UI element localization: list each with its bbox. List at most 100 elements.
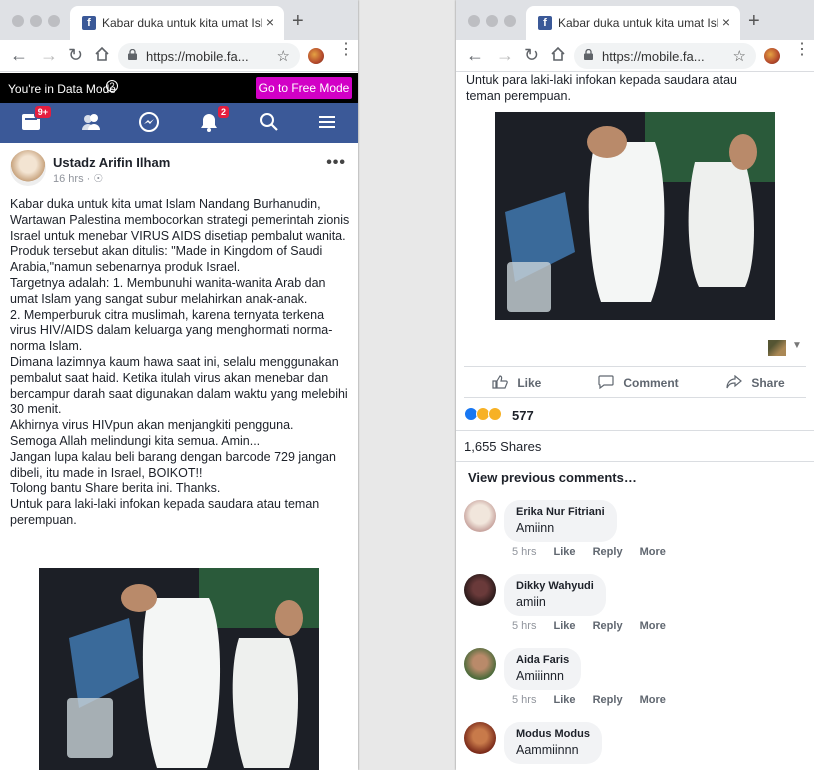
comment-bubble: Erika Nur Fitriani Amiinn [504,500,617,542]
address-bar[interactable]: https://mobile.fa... ☆ [574,43,756,69]
star-icon[interactable]: ☆ [733,47,746,65]
data-mode-bar: You're in Data Mode ? Go to Free Mode [0,73,358,103]
comment-like-link[interactable]: Like [554,620,576,632]
url-text: https://mobile.fa... [146,49,249,64]
home-icon[interactable] [94,46,110,65]
comment-like-link[interactable]: Like [554,546,576,558]
lock-icon [584,49,593,60]
comment-reply-link[interactable]: Reply [593,546,623,558]
comment-time: 5 hrs [512,620,537,632]
comment-time: 5 hrs [512,546,537,558]
post-paragraph: Akhirnya virus HIVpun akan menjangkiti p… [10,418,294,433]
extension-icon[interactable] [308,48,324,64]
post-image[interactable] [39,568,319,770]
chevron-down-icon[interactable]: ▼ [792,340,802,351]
reload-icon[interactable]: ↻ [524,46,539,64]
page-thumbnail[interactable] [768,340,786,356]
browser-window-right: f Kabar duka untuk kita umat Islam... × … [456,0,814,770]
view-previous-comments-link[interactable]: View previous comments… [468,470,637,485]
tab-strip: f Kabar duka untuk kita umat Islam... × … [456,0,814,40]
comment-text: amiin [516,595,546,609]
commenter-avatar[interactable] [464,500,496,532]
commenter-name[interactable]: Aida Faris [516,654,569,666]
comment-more-link[interactable]: More [640,694,666,706]
commenter-name[interactable]: Erika Nur Fitriani [516,506,605,518]
address-bar[interactable]: https://mobile.fa... ☆ [118,43,300,69]
back-arrow-icon[interactable]: ← [466,46,484,64]
comment-like-link[interactable]: Like [554,694,576,706]
post-timestamp: 16 hrs · ☉ [53,172,103,185]
free-mode-button[interactable]: Go to Free Mode [256,77,352,99]
browser-window-left: f Kabar duka untuk kita umat Islam... × … [0,0,358,770]
lock-icon [128,49,137,60]
tab-title: Kabar duka untuk kita umat Islam... [558,16,718,30]
window-controls [468,14,522,32]
browser-tab[interactable]: f Kabar duka untuk kita umat Islam... × [526,6,740,40]
comment-label: Comment [623,376,679,390]
minimize-window-button[interactable] [486,15,498,27]
commenter-avatar[interactable] [464,722,496,754]
commenter-avatar[interactable] [464,574,496,606]
commenter-name[interactable]: Modus Modus [516,728,590,740]
reaction-summary[interactable]: 577 [464,405,804,425]
feed-badge: 9+ [33,105,52,119]
help-icon[interactable]: ? [106,80,118,92]
minimize-window-button[interactable] [30,15,42,27]
share-count[interactable]: 1,655 Shares [464,439,541,454]
url-text: https://mobile.fa... [602,49,705,64]
friends-icon[interactable] [80,111,104,135]
comment-more-link[interactable]: More [640,546,666,558]
maximize-window-button[interactable] [48,15,60,27]
comment-actions: 5 hrs Like Reply More [512,620,680,632]
post-paragraph: 2. Memperburuk citra muslimah, karena te… [10,307,333,354]
browser-toolbar: ← → ↻ https://mobile.fa... ☆ ⋮ [0,40,358,72]
post-paragraph: Jangan lupa kalau beli barang dengan bar… [10,449,336,480]
messenger-icon[interactable] [138,111,162,135]
like-thumb-icon [492,375,508,389]
share-button[interactable]: Share [726,374,785,390]
bell-icon[interactable]: 2 [198,105,230,135]
menu-icon[interactable] [316,111,340,135]
commenter-name[interactable]: Dikky Wahyudi [516,580,594,592]
maximize-window-button[interactable] [504,15,516,27]
forward-arrow-icon[interactable]: → [496,46,514,64]
comment-bubble: Modus Modus Aammiinnn [504,722,602,764]
browser-menu-icon[interactable]: ⋮ [338,42,354,58]
tab-close-icon[interactable]: × [266,14,274,30]
comment-actions: 5 hrs Like Reply More [512,694,680,706]
comment-reply-link[interactable]: Reply [593,694,623,706]
forward-arrow-icon[interactable]: → [40,46,58,64]
comment: Erika Nur Fitriani Amiinn 5 hrs Like Rep… [464,500,804,570]
new-tab-button[interactable]: + [292,10,304,33]
tab-close-icon[interactable]: × [722,14,730,30]
extension-icon[interactable] [764,48,780,64]
comment-button[interactable]: Comment [598,375,679,390]
search-icon[interactable] [258,111,282,135]
data-mode-text: You're in Data Mode [8,82,116,96]
browser-menu-icon[interactable]: ⋮ [794,42,810,58]
post-paragraph: Dimana lazimnya kaum hawa saat ini, sela… [10,354,348,417]
close-window-button[interactable] [468,15,480,27]
comment-text: Amiinn [516,521,555,535]
star-icon[interactable]: ☆ [277,47,290,65]
browser-tab[interactable]: f Kabar duka untuk kita umat Islam... × [70,6,284,40]
comment: Dikky Wahyudi amiin 5 hrs Like Reply Mor… [464,574,804,644]
post-body-end: Untuk para laki-laki infokan kepada saud… [466,73,738,103]
news-feed-icon[interactable]: 9+ [20,105,52,135]
author-name[interactable]: Ustadz Arifin Ilham [53,155,170,170]
comment-bubble-icon [598,375,614,390]
comment-more-link[interactable]: More [640,620,666,632]
post-image[interactable] [495,112,775,320]
wow-reaction-icon [488,407,502,421]
like-button[interactable]: Like [492,375,541,390]
home-icon[interactable] [550,46,566,65]
comment-reply-link[interactable]: Reply [593,620,623,632]
commenter-avatar[interactable] [464,648,496,680]
back-arrow-icon[interactable]: ← [10,46,28,64]
author-avatar[interactable] [10,150,46,186]
post-paragraph: Produk tersebut akan ditulis: "Made in K… [10,244,323,275]
close-window-button[interactable] [12,15,24,27]
post-options-icon[interactable]: ••• [326,154,346,172]
new-tab-button[interactable]: + [748,10,760,33]
reload-icon[interactable]: ↻ [68,46,83,64]
